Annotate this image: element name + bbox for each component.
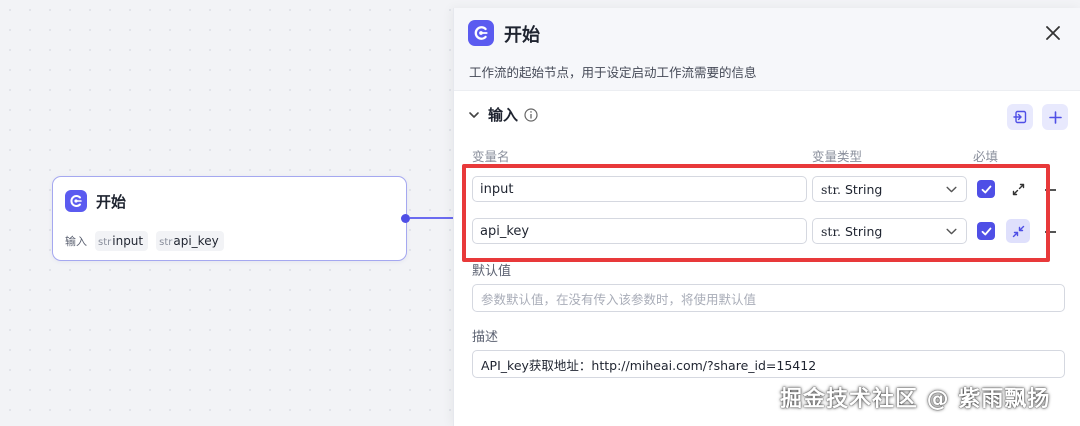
- column-header-type: 变量类型: [812, 149, 863, 164]
- add-variable-button[interactable]: [1042, 104, 1068, 130]
- description-input[interactable]: API_key获取地址：http://miheai.com/?share_id=…: [472, 350, 1065, 378]
- check-icon: [981, 227, 991, 235]
- type-label: String: [845, 223, 883, 239]
- collapse-icon: [1012, 225, 1024, 237]
- chevron-down-icon[interactable]: [468, 109, 480, 121]
- required-checkbox[interactable]: [977, 180, 995, 198]
- var-tag-api-key: str api_key: [156, 231, 224, 251]
- start-node-inputs: 输入 str input str api_key: [65, 231, 224, 251]
- var-type: str: [159, 237, 173, 248]
- type-value: str. String: [821, 224, 882, 239]
- description-label: 描述: [472, 330, 499, 345]
- variable-type-select[interactable]: str. String: [812, 218, 967, 244]
- check-icon: [981, 185, 991, 193]
- type-label: String: [845, 181, 883, 197]
- type-prefix: str.: [821, 223, 842, 239]
- section-title: 输入: [488, 106, 519, 124]
- import-icon: [1013, 110, 1027, 124]
- type-prefix: str.: [821, 181, 842, 197]
- panel-header: 开始 工作流的起始节点，用于设定启动工作流需要的信息: [454, 8, 1080, 91]
- panel-title: 开始: [504, 25, 540, 46]
- var-name: api_key: [173, 234, 219, 248]
- import-button[interactable]: [1007, 104, 1033, 130]
- remove-row-icon[interactable]: [1045, 231, 1056, 233]
- expand-icon: [1012, 183, 1024, 195]
- type-value: str. String: [821, 182, 882, 197]
- expand-button[interactable]: [1006, 177, 1030, 201]
- default-value-placeholder: 参数默认值，在没有传入该参数时，将使用默认值: [481, 291, 757, 307]
- var-type: str: [98, 237, 112, 248]
- inputs-section-header[interactable]: 输入: [468, 104, 538, 125]
- default-value-input[interactable]: 参数默认值，在没有传入该参数时，将使用默认值: [472, 284, 1065, 312]
- var-tag-input: str input: [95, 231, 149, 251]
- variable-name-input[interactable]: api_key: [472, 218, 807, 244]
- column-header-name: 变量名: [472, 149, 510, 164]
- collapse-button[interactable]: [1006, 219, 1030, 243]
- node-config-panel: 开始 工作流的起始节点，用于设定启动工作流需要的信息 输入 变量名 变量类型 必…: [453, 8, 1080, 426]
- plus-icon: [1048, 110, 1062, 124]
- start-node-icon: [468, 20, 494, 46]
- connection-edge: [410, 217, 454, 219]
- var-name: input: [112, 234, 144, 248]
- start-node-header: 开始: [65, 190, 126, 212]
- variable-type-select[interactable]: str. String: [812, 176, 967, 202]
- required-checkbox[interactable]: [977, 222, 995, 240]
- column-header-required: 必填: [973, 149, 999, 164]
- info-icon[interactable]: [524, 107, 538, 122]
- chevron-down-icon: [946, 228, 957, 234]
- watermark-text: 掘金技术社区 @ 紫雨飘扬: [780, 387, 1051, 412]
- close-icon[interactable]: [1042, 22, 1064, 44]
- remove-row-icon[interactable]: [1045, 189, 1056, 191]
- inputs-label: 输入: [65, 235, 87, 248]
- start-node[interactable]: 开始 输入 str input str api_key: [52, 176, 407, 261]
- start-node-title: 开始: [96, 192, 127, 211]
- panel-description: 工作流的起始节点，用于设定启动工作流需要的信息: [469, 65, 757, 80]
- chevron-down-icon: [946, 186, 957, 192]
- start-node-icon: [65, 190, 87, 212]
- variable-name-input[interactable]: input: [472, 176, 807, 202]
- default-value-label: 默认值: [472, 264, 512, 279]
- node-output-handle[interactable]: [401, 214, 410, 223]
